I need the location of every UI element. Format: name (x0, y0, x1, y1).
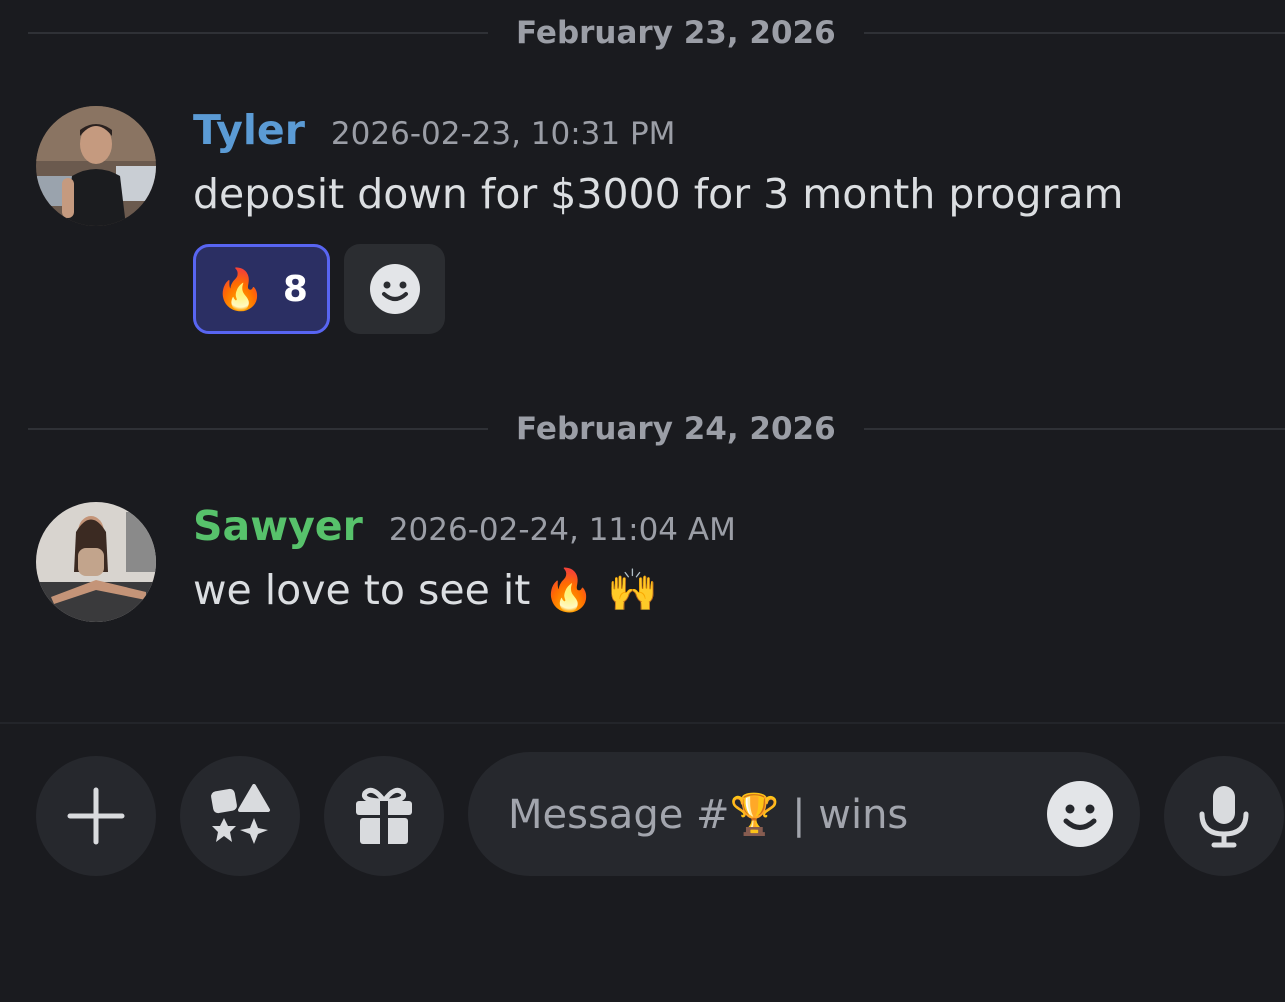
divider-line (28, 428, 488, 430)
smiley-icon (1047, 781, 1113, 847)
message-content: we love to see it 🔥 🙌 (193, 566, 659, 614)
date-divider: February 23, 2026 (28, 15, 1285, 51)
composer: Message #🏆 | wins (0, 752, 1285, 876)
message-content: deposit down for $3000 for 3 month progr… (193, 170, 1124, 218)
composer-separator (0, 722, 1285, 724)
chat-view: February 23, 2026 Tyler 2026-02-23, 10:3… (0, 0, 1285, 1002)
voice-button[interactable] (1164, 756, 1284, 876)
message-input[interactable]: Message #🏆 | wins (468, 752, 1140, 876)
reaction-fire[interactable]: 🔥 8 (193, 244, 330, 334)
gift-button[interactable] (324, 756, 444, 876)
message-body: Sawyer 2026-02-24, 11:04 AM we love to s… (193, 502, 1245, 615)
timestamp: 2026-02-23, 10:31 PM (330, 116, 676, 152)
plus-icon (67, 787, 125, 845)
fire-emoji: 🔥 (215, 266, 265, 313)
message-body: Tyler 2026-02-23, 10:31 PM deposit down … (193, 106, 1245, 334)
apps-icon (211, 784, 270, 844)
username[interactable]: Sawyer (193, 502, 363, 550)
message-header: Sawyer 2026-02-24, 11:04 AM (193, 502, 1245, 566)
avatar[interactable] (36, 106, 156, 226)
divider-date: February 24, 2026 (516, 411, 836, 447)
reactions: 🔥 8 (193, 244, 1245, 334)
message-input-placeholder: Message #🏆 | wins (508, 791, 909, 838)
attach-button[interactable] (36, 756, 156, 876)
divider-line (863, 32, 1285, 34)
emoji-button[interactable] (1046, 780, 1114, 848)
smiley-icon (369, 264, 420, 314)
divider-line (863, 428, 1285, 430)
gift-icon (356, 787, 412, 844)
message-header: Tyler 2026-02-23, 10:31 PM (193, 106, 1245, 170)
avatar[interactable] (36, 502, 156, 622)
apps-button[interactable] (180, 756, 300, 876)
microphone-icon (1199, 786, 1249, 848)
divider-line (28, 32, 488, 34)
divider-date: February 23, 2026 (516, 15, 836, 51)
date-divider: February 24, 2026 (28, 411, 1285, 447)
timestamp: 2026-02-24, 11:04 AM (388, 512, 736, 548)
username[interactable]: Tyler (193, 106, 305, 154)
reaction-count: 8 (282, 268, 308, 310)
add-reaction-button[interactable] (344, 244, 445, 334)
